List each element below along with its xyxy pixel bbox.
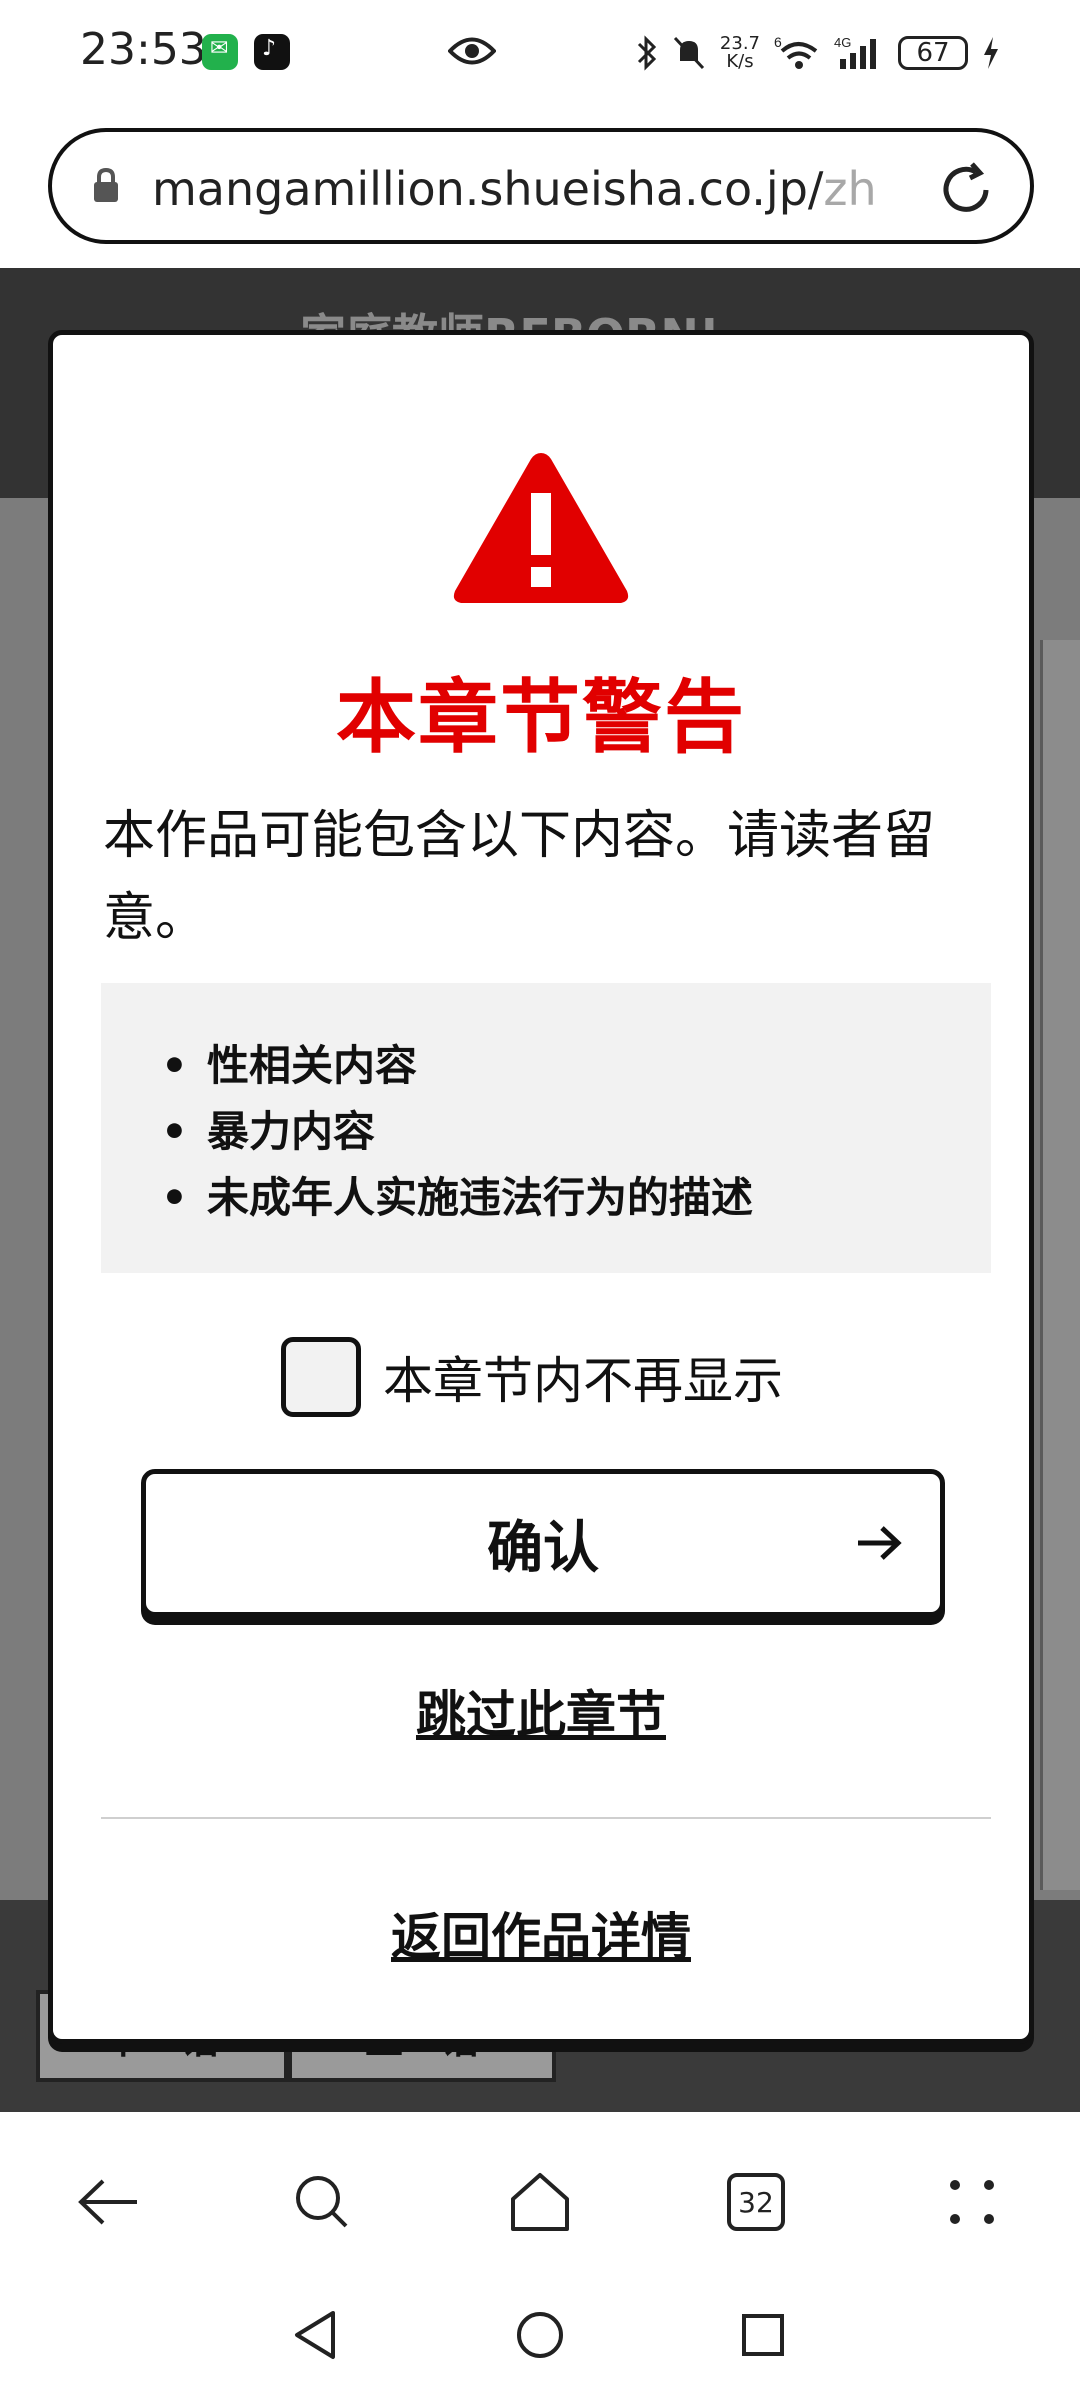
skip-chapter-link[interactable]: 跳过此章节: [53, 1675, 1029, 1747]
back-arrow-icon: [78, 2179, 137, 2225]
back-to-details-link[interactable]: 返回作品详情: [53, 1897, 1029, 1969]
content-warning-list: 性相关内容 暴力内容 未成年人实施违法行为的描述: [101, 983, 991, 1273]
nav-back-icon: [295, 2311, 335, 2359]
home-icon: [511, 2173, 569, 2231]
reload-icon[interactable]: [936, 160, 996, 220]
home-button[interactable]: [500, 2162, 580, 2242]
list-item: 性相关内容: [161, 1033, 991, 1099]
dont-show-again-checkbox[interactable]: [281, 1337, 361, 1417]
tab-count-icon: 32: [727, 2173, 785, 2231]
browser-toolbar: 32: [0, 2112, 1080, 2280]
tiktok-icon: ♪: [254, 34, 290, 70]
eye-icon: [448, 37, 496, 65]
nav-home-button[interactable]: [505, 2300, 575, 2370]
wechat-icon: ✉: [202, 34, 238, 70]
url-text[interactable]: mangamillion.shueisha.co.jp/zh: [152, 162, 877, 216]
search-icon: [296, 2176, 348, 2228]
search-button[interactable]: [282, 2162, 362, 2242]
confirm-button[interactable]: 确认: [141, 1469, 945, 1617]
list-item: 暴力内容: [161, 1099, 991, 1165]
lock-icon: [94, 167, 118, 202]
signal-icon: 4G: [834, 35, 876, 69]
status-bar: 23:53 ✉ ♪ 23.7 K/s 6 4G 67: [0, 0, 1080, 110]
nav-back-button[interactable]: [280, 2300, 350, 2370]
confirm-label: 确认: [487, 1515, 599, 1581]
dont-show-again-row[interactable]: 本章节内不再显示: [281, 1337, 783, 1417]
menu-button[interactable]: [932, 2162, 1012, 2242]
charging-icon: [984, 37, 998, 69]
chapter-warning-dialog: 本章节警告 本作品可能包含以下内容。请读者留意。 性相关内容 暴力内容 未成年人…: [48, 330, 1034, 2044]
nav-recents-button[interactable]: [728, 2300, 798, 2370]
net-speed: 23.7 K/s: [719, 33, 760, 72]
address-bar[interactable]: mangamillion.shueisha.co.jp/zh: [48, 128, 1034, 244]
mute-icon: [673, 36, 705, 70]
bluetooth-icon: [637, 35, 657, 71]
divider: [101, 1817, 991, 1819]
tabs-button[interactable]: 32: [716, 2162, 796, 2242]
battery-icon: 67: [898, 36, 968, 70]
nav-recents-icon: [742, 2314, 784, 2356]
menu-dots-icon: [950, 2180, 994, 2224]
status-time: 23:53: [80, 24, 207, 75]
back-button[interactable]: [68, 2162, 148, 2242]
warning-icon: [453, 453, 629, 603]
status-icons: 23.7 K/s 6 4G 67: [636, 28, 1000, 78]
system-nav-bar: [0, 2280, 1080, 2390]
nav-home-icon: [517, 2312, 563, 2358]
arrow-right-icon: [858, 1526, 902, 1560]
manga-image: [1040, 640, 1080, 1890]
dialog-title: 本章节警告: [336, 671, 746, 764]
svg-text:4G: 4G: [834, 35, 851, 50]
dialog-description: 本作品可能包含以下内容。请读者留意。: [103, 806, 936, 948]
svg-text:6: 6: [774, 35, 782, 50]
wifi-icon: 6: [774, 35, 818, 69]
dont-show-again-label[interactable]: 本章节内不再显示: [383, 1341, 783, 1413]
list-item: 未成年人实施违法行为的描述: [161, 1165, 991, 1231]
